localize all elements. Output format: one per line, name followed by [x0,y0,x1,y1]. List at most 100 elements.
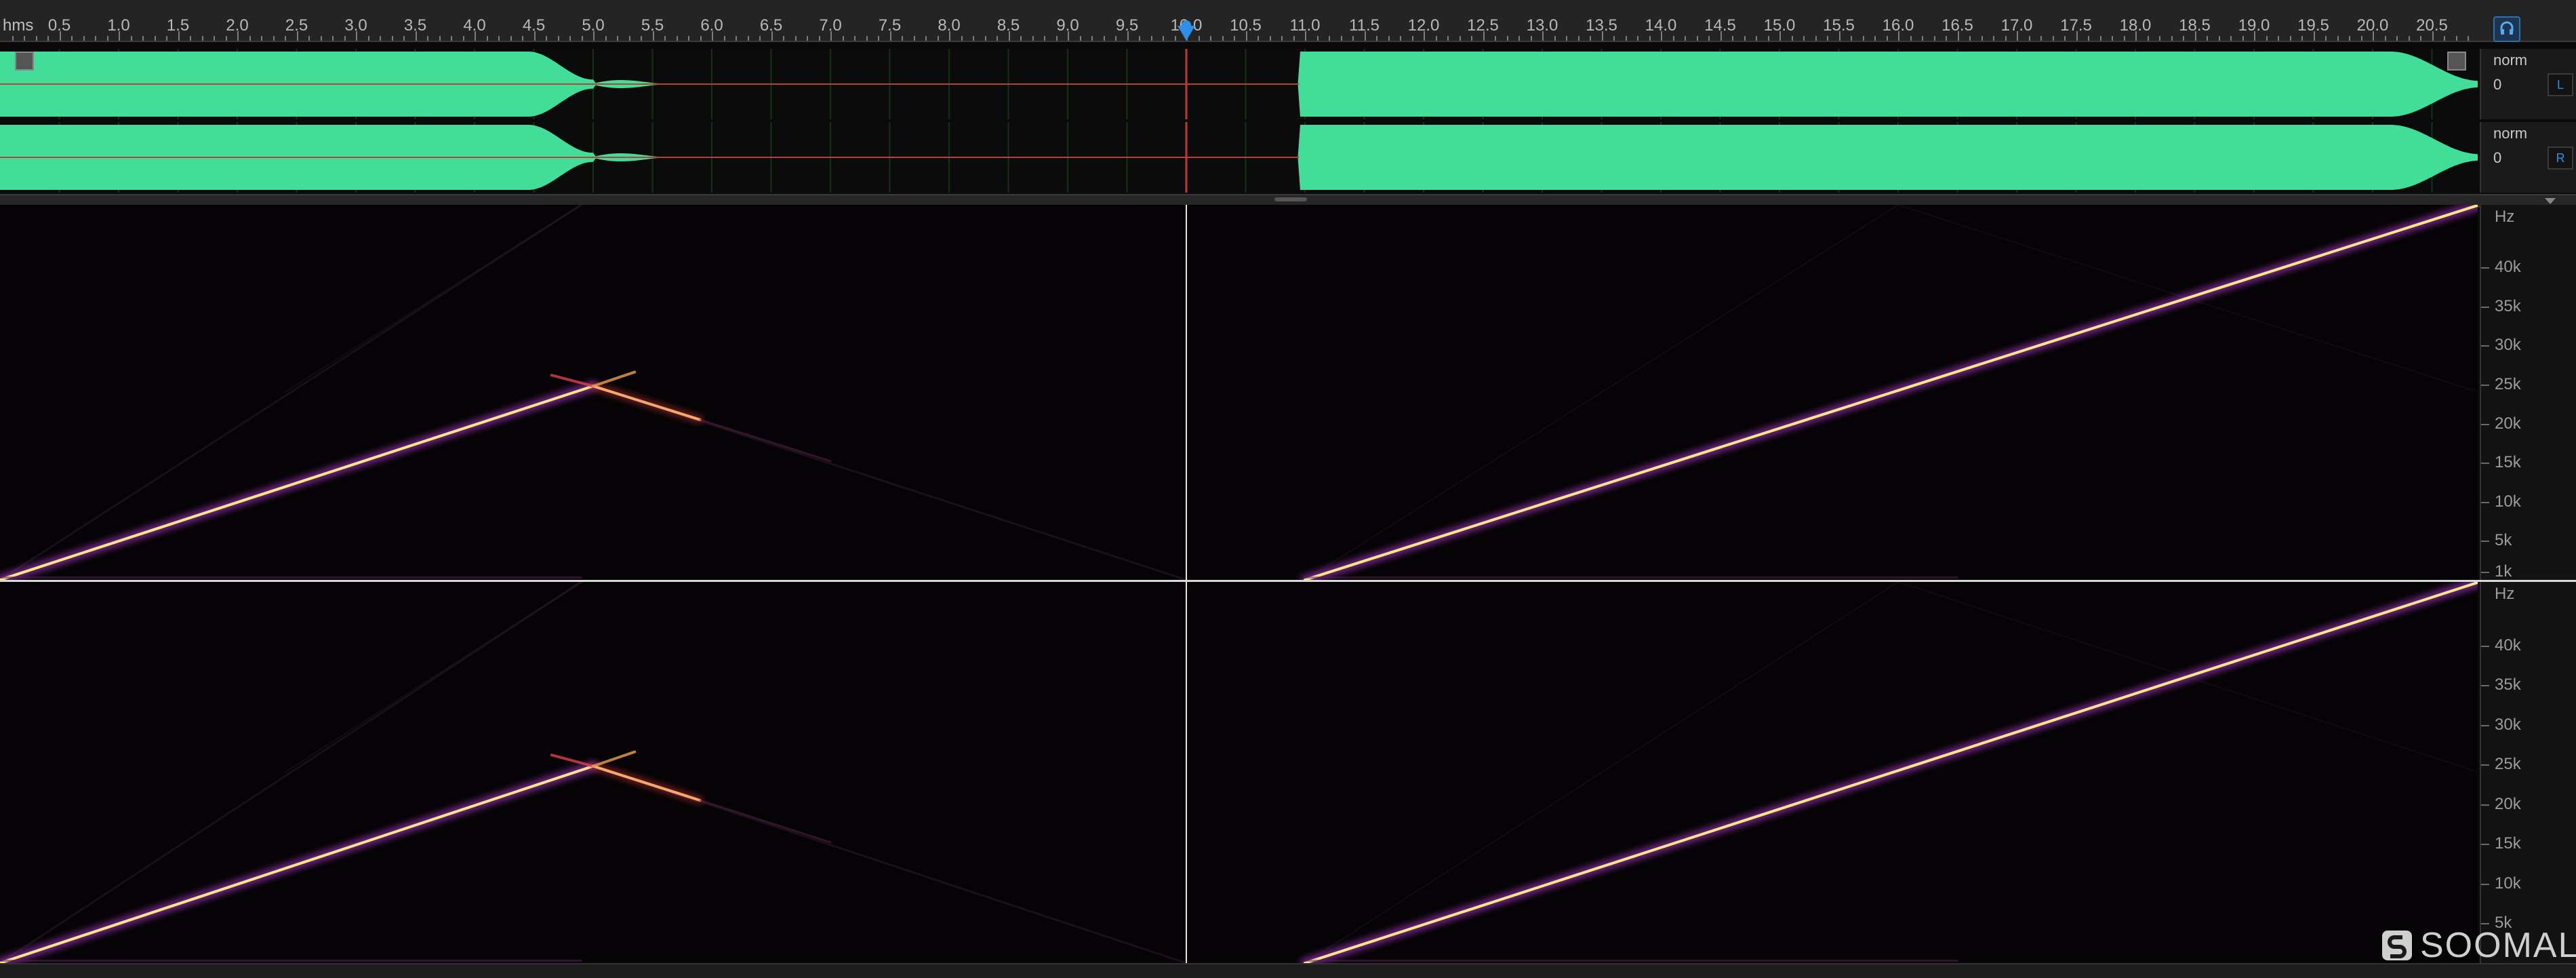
ruler-tick [1910,36,1912,41]
spectrogram-left-canvas [0,205,2478,580]
ruler-tick [2159,36,2160,41]
playhead-marker[interactable] [1178,26,1195,41]
ruler-tick [439,36,441,41]
ruler-tick [1613,36,1615,41]
ruler-tick [973,36,974,41]
collapse-arrow-icon[interactable] [2545,198,2556,204]
hz-tick [2481,685,2489,687]
ruler-label: 5.0 [582,16,605,35]
harmonic-trace [284,582,582,773]
zero-db-label: 0 [2493,149,2502,166]
ruler-label: 1.5 [166,16,190,35]
ruler-tick [700,36,702,41]
waveform-track-left[interactable] [0,49,2478,119]
norm-label[interactable]: norm [2493,52,2527,69]
ruler-tick [2147,36,2149,41]
splitter-grip[interactable] [1274,197,1307,201]
ruler-tick [854,36,856,41]
ruler-tick [961,36,963,41]
track-right-panel: norm 0 R [2480,122,2576,193]
ruler-tick [1210,36,1211,41]
ruler-tick [95,36,96,41]
harmonic-trace [1304,582,1899,963]
spectrogram-right[interactable] [0,582,2478,963]
ruler-label: 18.0 [2119,16,2152,35]
ruler-tick [261,36,262,41]
ruler-tick [106,36,108,41]
ruler-tick [569,36,571,41]
ruler-tick [154,36,156,41]
ruler-tick [794,36,797,41]
ruler-tick [2088,36,2089,41]
ruler-tick [1803,36,1805,41]
ruler-label: 7.5 [878,16,902,35]
ruler-tick [641,36,642,41]
fade-out-icon[interactable] [2447,52,2466,71]
hz-tick [2481,724,2489,726]
norm-label[interactable]: norm [2493,125,2527,142]
waveform-track-right[interactable] [0,122,2478,193]
ruler-label: 20.0 [2356,16,2389,35]
ruler-label: 11.5 [1349,16,1380,35]
time-unit-label[interactable]: hms [3,16,33,35]
ruler-label: 4.0 [463,16,486,35]
ruler-tick [1411,36,1413,41]
monitor-button[interactable] [2493,16,2520,42]
ruler-tick [1269,36,1271,41]
ruler-tick [688,36,689,41]
ruler-tick [2349,36,2350,41]
ruler-label: 2.0 [226,16,249,35]
ruler-tick [1590,36,1591,41]
ruler-label: 16.5 [1941,16,1973,35]
ruler-tick [1257,36,1259,41]
ruler-tick [937,36,939,41]
hz-tick-label: 10k [2495,874,2521,893]
hz-tick-label: 5k [2495,531,2512,550]
hz-tick [2481,541,2489,543]
ruler-tick [1554,36,1556,41]
ruler-tick [320,36,322,41]
spectrogram-right-canvas [0,582,2478,963]
ruler-tick [462,36,464,41]
ruler-tick [1969,36,1971,41]
hz-tick-label: 40k [2495,258,2521,277]
ruler-tick [1316,36,1319,41]
ruler-tick [1495,36,1496,41]
ruler-tick [902,36,903,41]
ruler-tick [249,36,251,41]
ruler-tick [1518,36,1520,41]
channel-right-button[interactable]: R [2548,146,2573,170]
ruler-tick [1767,36,1769,41]
ruler-tick [522,36,523,41]
ruler-label: 15.0 [1763,16,1796,35]
ruler-tick [2242,36,2244,41]
ruler-tick [1637,36,1638,41]
monitor-headphones-icon [2500,21,2514,35]
ruler-tick [2468,36,2469,41]
harmonic-trace [284,205,582,393]
time-ruler[interactable]: hms 0.5 1.0 1.5 2.0 2.5 3.0 3.5 4.0 4.5 5.0 5.5 6.0… [0,0,2576,42]
ruler-tick [451,36,452,41]
ruler-tick [1222,36,1224,41]
ruler-tick [2278,36,2279,41]
ruler-tick [1352,36,1354,41]
ruler-label: 14.0 [1645,16,1677,35]
ruler-tick [1079,36,1081,41]
spectrogram-left[interactable] [0,205,2478,580]
channel-left-button[interactable]: L [2548,73,2573,96]
ruler-tick [1281,36,1283,41]
hz-tick [2481,423,2489,425]
ruler-label: 13.0 [1526,16,1558,35]
ruler-tick [344,36,346,41]
ruler-tick [1506,36,1508,41]
ruler-label: 16.0 [1882,16,1914,35]
sweep-line [0,385,595,580]
sweep-fold-line [592,764,702,802]
fade-in-icon[interactable] [15,52,34,71]
ruler-tick [214,36,215,41]
ruler-tick [130,36,132,41]
ruler-tick [1708,36,1710,41]
zero-db-label: 0 [2493,76,2502,93]
sweep-cross-line [550,374,595,388]
waveform-left [0,49,2478,119]
